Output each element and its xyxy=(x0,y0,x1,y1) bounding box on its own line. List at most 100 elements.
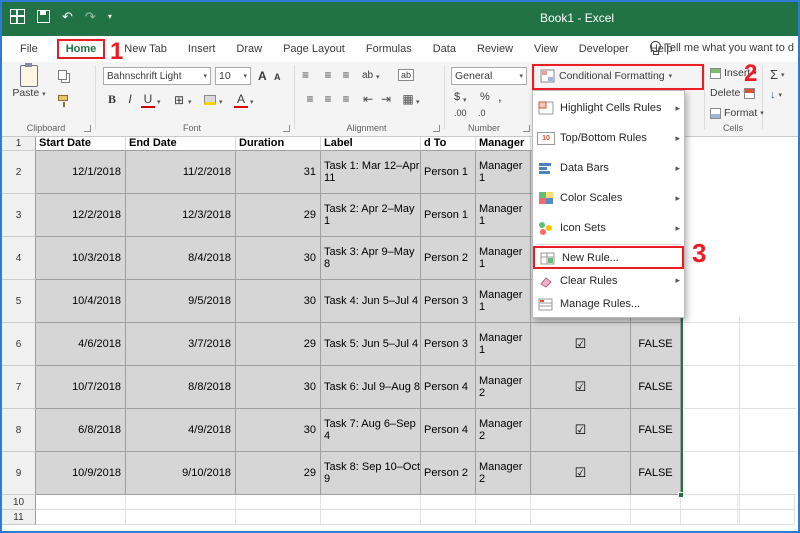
empty-cell[interactable] xyxy=(738,510,795,525)
row-header-7[interactable]: 7 xyxy=(2,366,36,409)
empty-cell[interactable] xyxy=(681,495,738,510)
cell-start-date[interactable]: 6/8/2018 xyxy=(36,409,126,452)
tell-me-box[interactable]: Tell me what you want to d xyxy=(648,41,794,55)
empty-cell[interactable] xyxy=(738,495,795,510)
number-format-dropdown-icon[interactable]: ▾ xyxy=(519,72,523,80)
cell-start-date[interactable]: 12/2/2018 xyxy=(36,194,126,237)
tab-home[interactable]: Home xyxy=(56,39,106,59)
fill-button[interactable]: ↓ ▾ xyxy=(770,89,782,101)
font-color-button[interactable]: A xyxy=(234,92,248,108)
cell-label[interactable]: Task 8: Sep 10–Oct 9 xyxy=(321,452,421,495)
cell-duration[interactable]: 30 xyxy=(236,409,321,452)
cell-end-date[interactable]: 12/3/2018 xyxy=(126,194,236,237)
cell-flag[interactable]: FALSE xyxy=(631,366,681,409)
empty-cell[interactable] xyxy=(36,495,126,510)
tab-review[interactable]: Review xyxy=(475,41,515,57)
header-cell[interactable]: Duration xyxy=(236,137,321,151)
underline-button[interactable]: U xyxy=(141,92,155,108)
cell-duration[interactable]: 30 xyxy=(236,366,321,409)
cell-start-date[interactable]: 10/9/2018 xyxy=(36,452,126,495)
cell-manager[interactable]: Manager 1 xyxy=(476,323,531,366)
font-size-combo[interactable]: 10 ▾ xyxy=(215,67,251,85)
italic-button[interactable]: I xyxy=(123,92,137,106)
cell-checkbox[interactable]: ☑ xyxy=(531,366,631,409)
empty-cell[interactable] xyxy=(321,495,421,510)
cell-flag[interactable]: FALSE xyxy=(631,452,681,495)
tab-page-layout[interactable]: Page Layout xyxy=(281,41,347,57)
cell-manager[interactable]: Manager 1 xyxy=(476,194,531,237)
align-top-icon[interactable]: ≡ xyxy=(302,68,318,82)
align-right-icon[interactable]: ≡ xyxy=(338,92,354,106)
menu-item-top-bottom-rules[interactable]: 10 Top/Bottom Rules ▸ xyxy=(533,123,684,153)
tab-draw[interactable]: Draw xyxy=(234,41,264,57)
number-format-combo[interactable]: General ▾ xyxy=(451,67,527,85)
tab-new-tab[interactable]: New Tab xyxy=(122,41,169,57)
menu-item-data-bars[interactable]: Data Bars ▸ xyxy=(533,153,684,183)
empty-cell[interactable] xyxy=(236,495,321,510)
shrink-font-button[interactable]: A xyxy=(274,72,281,82)
percent-style-icon[interactable]: % xyxy=(480,91,490,103)
wrap-text-icon[interactable]: ab xyxy=(398,69,415,81)
row-header-6[interactable]: 6 xyxy=(2,323,36,366)
fill-color-dropdown-icon[interactable]: ▾ xyxy=(219,98,223,106)
menu-item-highlight-cells-rules[interactable]: Highlight Cells Rules ▸ xyxy=(533,93,684,123)
empty-cell[interactable] xyxy=(631,495,681,510)
font-size-dropdown-icon[interactable]: ▾ xyxy=(243,72,247,80)
cell-start-date[interactable]: 12/1/2018 xyxy=(36,151,126,194)
paste-button[interactable]: Paste ▾ xyxy=(12,63,46,99)
cell-assigned[interactable]: Person 3 xyxy=(421,323,476,366)
cell-label[interactable]: Task 6: Jul 9–Aug 8 xyxy=(321,366,421,409)
cell-end-date[interactable]: 9/10/2018 xyxy=(126,452,236,495)
comma-style-icon[interactable]: , xyxy=(498,89,502,104)
cell-assigned[interactable]: Person 2 xyxy=(421,452,476,495)
empty-cell[interactable] xyxy=(476,495,531,510)
menu-item-icon-sets[interactable]: Icon Sets ▸ xyxy=(533,213,684,243)
undo-icon[interactable]: ↶ xyxy=(62,10,73,23)
cell-duration[interactable]: 30 xyxy=(236,280,321,323)
underline-dropdown-icon[interactable]: ▾ xyxy=(157,98,161,106)
merge-dropdown-icon[interactable]: ▾ xyxy=(416,98,420,106)
cell-end-date[interactable]: 11/2/2018 xyxy=(126,151,236,194)
align-center-icon[interactable]: ≡ xyxy=(320,92,336,106)
increase-indent-icon[interactable]: ⇥ xyxy=(378,92,394,106)
empty-cell[interactable] xyxy=(236,510,321,525)
conditional-formatting-dropdown-icon[interactable]: ▾ xyxy=(669,72,673,80)
empty-cell[interactable] xyxy=(126,510,236,525)
cell-flag[interactable]: FALSE xyxy=(631,409,681,452)
orientation-dropdown-icon[interactable]: ▾ xyxy=(376,73,380,81)
cell-label[interactable]: Task 2: Apr 2–May 1 xyxy=(321,194,421,237)
accounting-dropdown-icon[interactable]: ▾ xyxy=(463,96,467,104)
tab-formulas[interactable]: Formulas xyxy=(364,41,414,57)
cell-start-date[interactable]: 10/4/2018 xyxy=(36,280,126,323)
row-header-11[interactable]: 11 xyxy=(2,510,36,525)
empty-cell[interactable] xyxy=(531,495,631,510)
row-header-5[interactable]: 5 xyxy=(2,280,36,323)
row-header-4[interactable]: 4 xyxy=(2,237,36,280)
font-name-combo[interactable]: Bahnschrift Light ▾ xyxy=(103,67,211,85)
cell-start-date[interactable]: 10/3/2018 xyxy=(36,237,126,280)
empty-cell[interactable] xyxy=(126,495,236,510)
cell-manager[interactable]: Manager 2 xyxy=(476,366,531,409)
cell-end-date[interactable]: 4/9/2018 xyxy=(126,409,236,452)
menu-item-color-scales[interactable]: Color Scales ▸ xyxy=(533,183,684,213)
font-dialog-launcher-icon[interactable] xyxy=(283,125,290,132)
cell-manager[interactable]: Manager 1 xyxy=(476,151,531,194)
merge-center-icon[interactable]: ▦ xyxy=(400,92,416,106)
cell-flag[interactable]: FALSE xyxy=(631,323,681,366)
fill-color-icon[interactable] xyxy=(204,95,216,105)
cell-end-date[interactable]: 9/5/2018 xyxy=(126,280,236,323)
row-header-8[interactable]: 8 xyxy=(2,409,36,452)
tab-file[interactable]: File xyxy=(18,41,40,57)
autosum-button[interactable]: Σ ▾ xyxy=(770,67,785,82)
grow-font-button[interactable]: A xyxy=(258,69,267,83)
increase-decimal-icon[interactable]: .00 xyxy=(454,108,467,118)
cell-end-date[interactable]: 3/7/2018 xyxy=(126,323,236,366)
empty-cell[interactable] xyxy=(421,510,476,525)
cell-label[interactable]: Task 4: Jun 5–Jul 4 xyxy=(321,280,421,323)
row-header-1[interactable]: 1 xyxy=(2,137,36,151)
empty-cell[interactable] xyxy=(476,510,531,525)
borders-dropdown-icon[interactable]: ▾ xyxy=(188,98,192,106)
cell-assigned[interactable]: Person 2 xyxy=(421,237,476,280)
empty-cell[interactable] xyxy=(631,510,681,525)
format-painter-button[interactable] xyxy=(58,92,68,107)
